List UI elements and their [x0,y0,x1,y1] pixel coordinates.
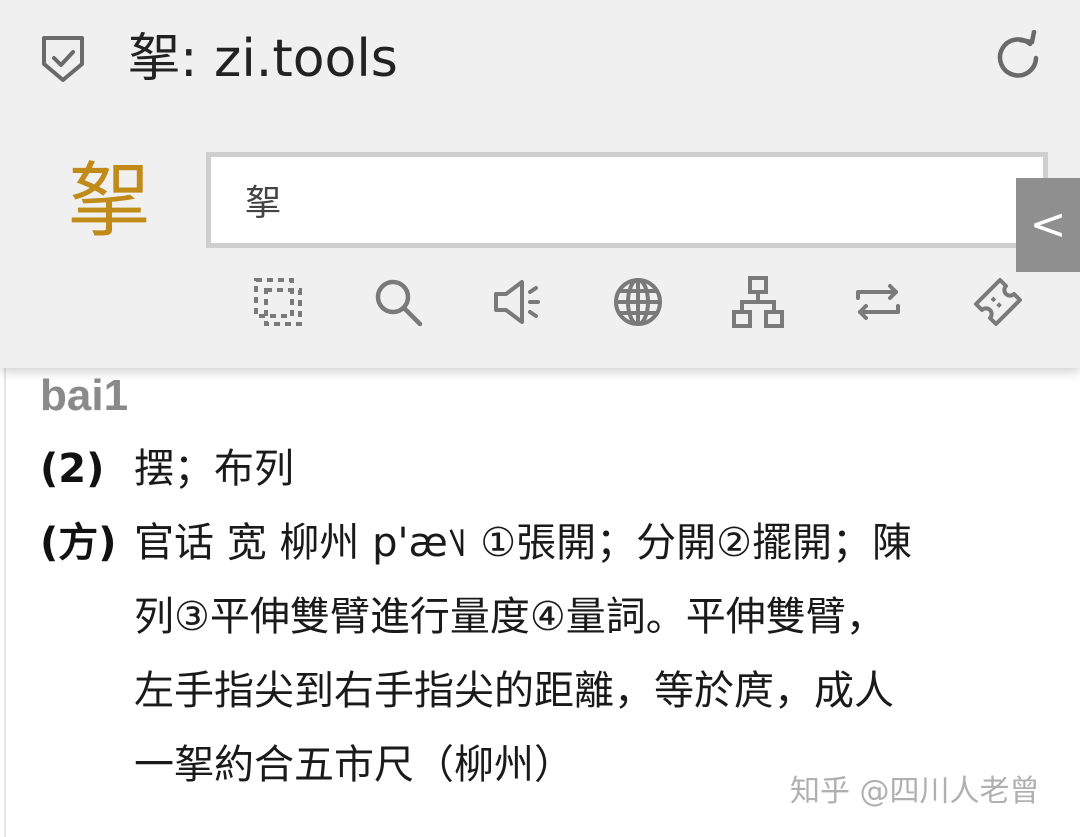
globe-icon[interactable] [610,274,666,330]
ticket-icon[interactable] [970,274,1026,330]
app-header: 挐: zi.tools 挐 [0,0,1080,368]
select-icon[interactable] [250,274,306,330]
definition-entry: (2) 摆；布列 [40,432,1040,506]
repeat-icon[interactable] [850,274,906,330]
reload-icon[interactable] [990,30,1046,86]
entry-text: 摆；布列 [134,446,294,492]
page-title: 挐: zi.tools [128,29,398,89]
speaker-icon[interactable] [490,274,546,330]
search-box[interactable] [206,152,1048,248]
divider [4,368,6,837]
hierarchy-icon[interactable] [730,274,786,330]
entry-label: (2) [40,446,105,492]
collapse-panel-button[interactable]: < [1016,178,1080,272]
definition-panel: bai1 (2) 摆；布列 (方) 官话 宽 柳州 p'æ˥˩ ①張開；分開②擺… [0,368,1080,837]
entry-label: (方) [40,520,117,566]
pinyin-heading: bai1 [40,371,129,420]
shield-check-icon[interactable] [40,34,86,84]
entry-text-line: 左手指尖到右手指尖的距離，等於庹，成人 [134,668,894,714]
definition-entry: (方) 官话 宽 柳州 p'æ˥˩ ①張開；分開②擺開；陳 列③平伸雙臂進行量度… [40,506,1040,802]
entry-text-line: 官话 宽 柳州 p'æ˥˩ ①張開；分開②擺開；陳 [134,520,912,566]
search-input[interactable] [211,157,1043,243]
current-character: 挐 [68,154,151,249]
entry-text-line: 列③平伸雙臂進行量度④量詞。平伸雙臂， [134,594,886,640]
search-icon[interactable] [370,274,426,330]
watermark: 知乎 @四川人老曾 [790,774,1040,809]
